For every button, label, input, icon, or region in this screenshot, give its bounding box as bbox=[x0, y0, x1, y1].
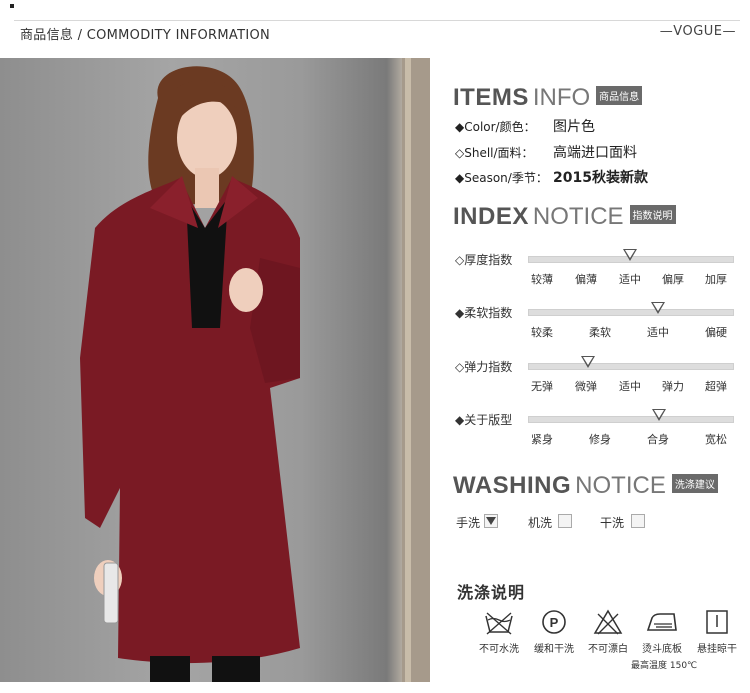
info-label: ◇Shell/面料： bbox=[455, 146, 534, 160]
items-info-title-bold: ITEMS bbox=[453, 84, 529, 111]
wash-option-label-machine: 机洗 bbox=[528, 516, 553, 530]
wash-option-label-dry: 干洗 bbox=[600, 516, 625, 530]
scale-option: 偏厚 bbox=[662, 273, 684, 286]
washing-notice-heading: WASHING NOTICE 洗涤建议 bbox=[453, 472, 718, 500]
hang-dry-icon bbox=[706, 610, 728, 634]
scale-option: 偏薄 bbox=[575, 273, 597, 286]
scale-label: ◇厚度指数 bbox=[455, 253, 513, 267]
scale-elasticity: ◇弹力指数 无弹 微弹 适中 弹力 超弹 bbox=[455, 356, 740, 398]
scale-option: 合身 bbox=[647, 433, 669, 446]
items-info-title-light: INFO bbox=[532, 84, 591, 111]
scale-option: 微弹 bbox=[575, 380, 597, 393]
scale-fit: ◆关于版型 紧身 修身 合身 宽松 bbox=[455, 409, 740, 451]
scale-label: ◆关于版型 bbox=[455, 413, 513, 427]
no-water-wash-icon bbox=[485, 612, 513, 635]
care-label: 缓和干洗 bbox=[534, 644, 574, 655]
index-notice-title-bold: INDEX bbox=[453, 203, 529, 230]
index-notice-tag: 指数说明 bbox=[629, 205, 676, 224]
scale-option: 柔软 bbox=[589, 326, 611, 339]
care-label: 烫斗底板 bbox=[642, 644, 682, 655]
wash-option-label-hand: 手洗 bbox=[456, 516, 481, 530]
scale-label: ◆柔软指数 bbox=[455, 306, 513, 320]
scale-option: 较薄 bbox=[531, 273, 553, 286]
scale-option: 加厚 bbox=[705, 273, 727, 286]
scale-thickness: ◇厚度指数 较薄 偏薄 适中 偏厚 加厚 bbox=[455, 249, 740, 291]
care-label: 不可漂白 bbox=[588, 644, 628, 655]
iron-temperature-note: 最高温度 150℃ bbox=[631, 661, 698, 671]
scale-marker bbox=[581, 356, 595, 368]
corner-mark bbox=[10, 4, 14, 8]
scale-option: 适中 bbox=[619, 380, 641, 393]
svg-text:P: P bbox=[550, 615, 559, 630]
scale-label: ◇弹力指数 bbox=[455, 360, 513, 374]
info-label: ◆Season/季节： bbox=[455, 171, 548, 185]
care-item: 悬挂晾干 bbox=[687, 608, 747, 655]
index-notice-heading: INDEX NOTICE 指数说明 bbox=[453, 203, 676, 231]
scale-track bbox=[528, 309, 734, 316]
info-row-season: ◆Season/季节： 2015秋装新款 bbox=[455, 169, 648, 186]
scale-option: 无弹 bbox=[531, 380, 553, 393]
scale-option: 适中 bbox=[619, 273, 641, 286]
care-item: 烫斗底板 bbox=[632, 608, 692, 655]
scale-option: 较柔 bbox=[531, 326, 553, 339]
washing-notice-title-light: NOTICE bbox=[575, 472, 666, 499]
scale-track bbox=[528, 363, 734, 370]
care-item: 不可水洗 bbox=[469, 608, 529, 655]
product-photo bbox=[0, 58, 430, 682]
scale-marker bbox=[651, 302, 665, 314]
care-label: 悬挂晾干 bbox=[697, 644, 737, 655]
care-label: 不可水洗 bbox=[479, 644, 519, 655]
scale-track bbox=[528, 416, 734, 423]
scale-marker bbox=[652, 409, 666, 421]
page-title: 商品信息 / COMMODITY INFORMATION bbox=[20, 28, 271, 43]
care-item: 不可漂白 bbox=[578, 608, 638, 655]
info-value: 2015秋装新款 bbox=[553, 170, 648, 186]
washing-notice-tag: 洗涤建议 bbox=[671, 474, 718, 493]
info-value: 高端进口面料 bbox=[553, 145, 637, 161]
items-info-heading: ITEMS INFO 商品信息 bbox=[453, 84, 643, 112]
iron-icon bbox=[646, 613, 677, 631]
care-item: P 缓和干洗 bbox=[524, 608, 584, 655]
scale-option: 超弹 bbox=[705, 380, 727, 393]
info-row-color: ◆Color/颜色： 图片色 bbox=[455, 118, 595, 135]
scale-marker bbox=[623, 249, 637, 261]
hand-wash-checkbox[interactable] bbox=[484, 514, 498, 528]
dry-clean-checkbox[interactable] bbox=[631, 514, 645, 528]
washing-notice-title-bold: WASHING bbox=[453, 472, 572, 499]
header-divider bbox=[14, 20, 740, 21]
page-header: 商品信息 / COMMODITY INFORMATION —VOGUE— bbox=[0, 0, 750, 46]
care-title: 洗涤说明 bbox=[457, 583, 526, 602]
gentle-dry-clean-icon: P bbox=[542, 610, 566, 634]
brand-label: —VOGUE— bbox=[659, 24, 736, 39]
info-label: ◆Color/颜色： bbox=[455, 120, 536, 134]
scale-option: 弹力 bbox=[662, 380, 684, 393]
scale-softness: ◆柔软指数 较柔 柔软 适中 偏硬 bbox=[455, 302, 740, 344]
index-notice-title-light: NOTICE bbox=[532, 203, 624, 230]
scale-option: 偏硬 bbox=[705, 326, 727, 339]
scale-option: 紧身 bbox=[531, 433, 553, 446]
info-value: 图片色 bbox=[553, 119, 595, 135]
machine-wash-checkbox[interactable] bbox=[558, 514, 572, 528]
model-illustration bbox=[80, 58, 430, 682]
scale-option: 修身 bbox=[589, 433, 611, 446]
scale-option: 宽松 bbox=[705, 433, 727, 446]
no-bleach-icon bbox=[593, 609, 623, 635]
info-row-shell: ◇Shell/面料： 高端进口面料 bbox=[455, 144, 637, 161]
scale-option: 适中 bbox=[647, 326, 669, 339]
items-info-tag: 商品信息 bbox=[596, 86, 643, 105]
